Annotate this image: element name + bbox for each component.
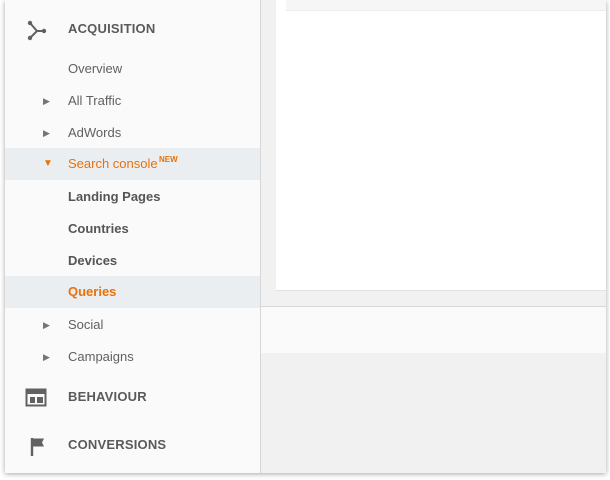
sidebar-item-label: Campaigns	[68, 349, 134, 364]
sidebar-item-label: Search console	[68, 156, 158, 171]
sidebar-item-all-traffic[interactable]: ▶ All Traffic	[5, 85, 260, 117]
sidebar-item-label: Devices	[68, 253, 118, 268]
report-panel-header-strip	[286, 0, 606, 11]
sidebar-nav: ACQUISITION Overview ▶ All Traffic ▶ AdW…	[5, 0, 261, 473]
sidebar-item-label: All Traffic	[68, 93, 122, 108]
sidebar-item-label: Countries	[68, 221, 129, 236]
sidebar-item-label: Social	[68, 317, 104, 332]
sidebar-item-label: Queries	[68, 284, 117, 299]
report-panel	[276, 0, 606, 291]
new-badge: NEW	[159, 155, 178, 164]
expand-arrow-icon: ▶	[43, 320, 50, 330]
sidebar-item-campaigns[interactable]: ▶ Campaigns	[5, 341, 260, 373]
sidebar-section-label: CONVERSIONS	[68, 437, 167, 452]
sidebar-item-overview[interactable]: Overview	[5, 53, 260, 85]
sidebar-section-conversions[interactable]: CONVERSIONS	[5, 421, 260, 469]
sidebar-section-acquisition[interactable]: ACQUISITION	[5, 5, 260, 53]
expand-arrow-icon: ▶	[43, 128, 50, 138]
app-frame: ACQUISITION Overview ▶ All Traffic ▶ AdW…	[5, 0, 606, 473]
expand-arrow-icon: ▶	[43, 352, 50, 362]
behaviour-icon	[25, 386, 49, 410]
sidebar-item-search-console[interactable]: ▼ Search console NEW	[5, 148, 260, 180]
sidebar-item-adwords[interactable]: ▶ AdWords	[5, 117, 260, 149]
expand-arrow-icon: ▶	[43, 96, 50, 106]
sidebar-subitem-queries[interactable]: Queries	[5, 276, 260, 308]
flag-icon	[28, 435, 52, 459]
sidebar-item-label: Overview	[68, 61, 123, 76]
content-divider-band	[261, 306, 606, 353]
sidebar-subitem-landing-pages[interactable]: Landing Pages	[5, 181, 260, 213]
sidebar-item-label: AdWords	[68, 125, 122, 140]
acquisition-icon	[25, 19, 49, 43]
sidebar-section-label: BEHAVIOUR	[68, 389, 147, 404]
sidebar-section-behaviour[interactable]: BEHAVIOUR	[5, 373, 260, 421]
sidebar-item-social[interactable]: ▶ Social	[5, 309, 260, 341]
collapse-arrow-icon: ▼	[43, 158, 53, 169]
sidebar-section-label: ACQUISITION	[68, 21, 156, 36]
sidebar-subitem-devices[interactable]: Devices	[5, 245, 260, 277]
sidebar-subitem-countries[interactable]: Countries	[5, 213, 260, 245]
sidebar-item-label: Landing Pages	[68, 189, 161, 204]
